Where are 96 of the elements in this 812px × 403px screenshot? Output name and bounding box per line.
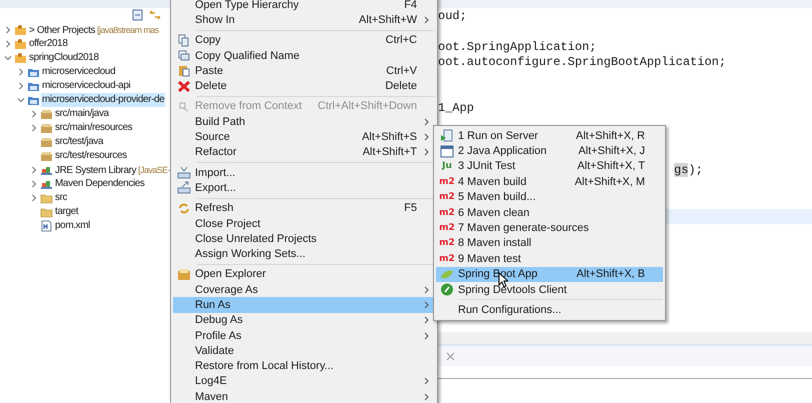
folder-icon [14,24,27,36]
menu-item[interactable]: Open Type Hierarchy F4 [173,0,435,12]
menu-item[interactable]: Refresh F5 [173,200,435,216]
menu-item[interactable]: Refactor Alt+Shift+T [173,144,435,160]
folder-icon [40,206,53,218]
library-icon [40,178,53,190]
menu-item[interactable]: Delete Delete [173,78,435,94]
tree-item[interactable]: target [54,205,80,219]
code-line: oot.autoconfigure.SpringBootApplication; [438,55,726,70]
menu-item[interactable]: Log4E [173,374,435,390]
menu-item[interactable]: m2 7 Maven generate-sources [436,220,663,236]
menu-item[interactable]: Export... [173,180,435,196]
menu-item[interactable]: Coverage As [173,282,435,298]
copy-icon [177,49,191,62]
menu-item[interactable]: m2 8 Maven install [436,236,663,252]
package-folder-icon [40,108,53,120]
tree-item[interactable]: microservicecloud-provider-de [41,93,166,107]
maven-icon: m2 [439,192,455,202]
tree-item[interactable]: offer2018 [28,37,68,51]
tree-item[interactable]: src/test/resources [54,149,128,163]
folder-icon [14,38,27,50]
chevron-right-icon [424,16,429,24]
menu-item[interactable]: Ju 3 JUnit Test Alt+Shift+X, T [436,158,663,174]
menu-item[interactable]: Paste Ctrl+V [173,63,435,78]
tree-item[interactable]: pom.xml [54,219,91,233]
maven-icon: m2 [439,176,455,187]
code-line: 1_App [438,101,474,116]
junit-icon: Ju [442,161,452,172]
import-icon [177,166,191,180]
menu-item[interactable]: Source Alt+Shift+S [173,129,435,145]
menu-item[interactable]: Import... [173,164,435,180]
menu-item[interactable]: Build Path [173,114,435,130]
leaf-icon [440,268,454,281]
tree-item[interactable]: > Other Projects [java8stream mas [28,22,160,38]
menu-item[interactable]: 1 Run on Server Alt+Shift+X, R [436,128,663,144]
power-icon [440,283,454,296]
project-icon [27,66,40,78]
menu-item[interactable]: m2 5 Maven build... [436,190,663,205]
tree-item[interactable]: microservicecloud [41,65,116,79]
menu-item[interactable]: m2 9 Maven test [436,251,663,267]
menu-item[interactable]: Show In Alt+Shift+W [173,12,435,28]
tree-item[interactable]: Maven Dependencies [54,177,146,191]
chevron-down-icon[interactable] [4,54,12,62]
maven-icon: m2 [439,208,455,218]
server-icon [440,129,454,142]
code-line: oot.SpringApplication; [438,40,596,54]
chevron-down-icon[interactable] [17,96,25,104]
close-icon[interactable] [446,352,455,360]
package-folder-icon [40,150,53,162]
tree-item[interactable]: JRE System Library [JavaSE- [54,162,170,178]
remove-icon [177,100,191,113]
export-icon [177,181,191,194]
window-icon [440,144,454,158]
menu-item[interactable]: m2 6 Maven clean [436,204,663,220]
tree-item[interactable]: microservicecloud-api [41,79,132,93]
menu-item[interactable]: Copy Ctrl+C [173,32,435,48]
file-icon [40,220,53,232]
clipboard-icon [177,64,191,78]
project-icon [27,94,40,106]
collapse-all-icon[interactable] [131,9,144,21]
link-icon[interactable] [148,9,162,21]
maven-icon: m2 [439,238,455,248]
tree-item[interactable]: src [54,191,68,205]
menu-item[interactable]: Copy Qualified Name [173,48,435,64]
menu-item[interactable]: Run Configurations... [436,302,663,318]
library-icon [40,164,53,176]
project-icon [27,80,40,92]
folder-icon [40,192,53,204]
menu-item[interactable]: Close Project [173,216,435,232]
tree-item[interactable]: src/main/java [54,107,110,121]
menu-item[interactable]: Profile As [173,328,435,344]
folder-icon [14,52,27,64]
menu-item[interactable]: Debug As [173,312,435,328]
package-folder-icon [40,122,53,134]
folder-icon [177,268,191,281]
tree-item[interactable]: src/main/resources [54,121,134,135]
tree-item[interactable]: src/test/java [54,135,104,149]
refresh-icon [177,202,191,215]
menu-item[interactable]: m2 4 Maven build Alt+Shift+X, M [436,174,663,190]
maven-icon: m2 [439,254,455,264]
menu-item[interactable]: Open Explorer [173,266,435,282]
menu-item[interactable]: Assign Working Sets... [173,246,435,262]
menu-item[interactable]: Maven [173,389,435,403]
package-folder-icon [40,136,53,148]
menu-item[interactable]: Validate [173,343,435,359]
tree-item[interactable]: springCloud2018 [28,51,100,65]
menu-item[interactable]: Spring Devtools Client [436,282,663,298]
menu-item[interactable]: Restore from Local History... [173,358,435,374]
menu-item[interactable]: Close Unrelated Projects [173,231,435,246]
code-line: gs); [674,162,703,177]
menu-item[interactable]: Run As [173,297,435,313]
code-line: oud; [438,9,467,23]
menu-item[interactable]: 2 Java Application Alt+Shift+X, J [436,143,663,159]
copy-icon [177,34,191,47]
maven-icon: m2 [439,223,455,234]
delete-icon [177,80,191,93]
